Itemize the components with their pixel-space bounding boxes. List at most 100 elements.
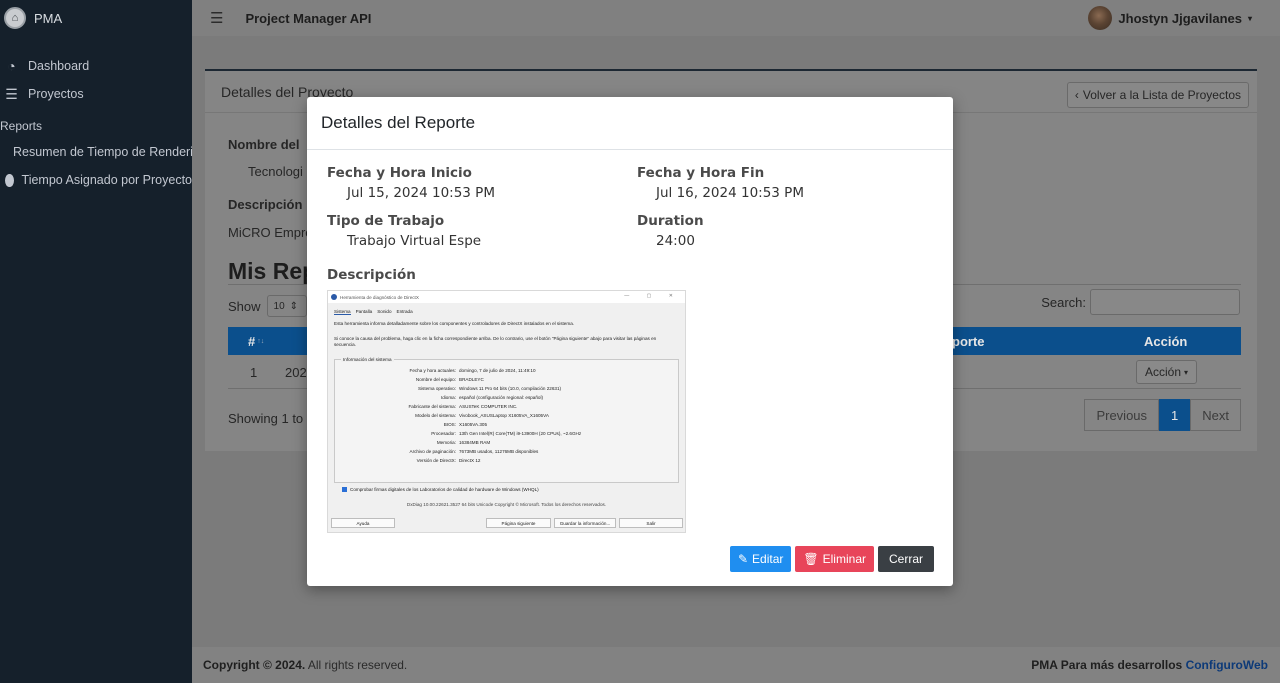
sidebar-section-reports: Reports <box>0 119 43 133</box>
caret-down-icon: ▾ <box>1184 367 1189 377</box>
attachment-checkbox-label: Comprobar firmas digitales de los Labora… <box>350 487 539 492</box>
duration-value: 24:00 <box>656 233 695 249</box>
close-button[interactable]: Cerrar <box>877 546 934 572</box>
attachment-row-value: 7673MB usados, 11276MB disponibles <box>459 448 539 454</box>
report-details-modal: Detalles del Reporte Fecha y Hora Inicio… <box>307 97 953 586</box>
attachment-row-key: Memoria: <box>436 439 456 445</box>
attachment-row-key: Fecha y hora actuales: <box>409 367 456 373</box>
reports-heading: Mis Rep <box>228 258 317 284</box>
attachment-group-title: Información del sistema <box>341 356 394 362</box>
attachment-row: BIOS: X1605VA.305 <box>335 422 678 427</box>
edit-icon: ✎ <box>737 552 749 566</box>
table-search: Search: <box>1041 289 1240 315</box>
table-info: Showing 1 to <box>228 411 304 426</box>
column-header-label: # <box>248 333 256 349</box>
circle-icon <box>5 173 14 187</box>
duration-label: Duration <box>637 213 704 229</box>
top-navbar: ☰ Project Manager API Jhostyn Jjgavilane… <box>192 0 1280 36</box>
attachment-row-key: Archivo de paginación: <box>409 448 456 454</box>
attachment-row-key: BIOS: <box>443 421 456 427</box>
column-header-label: porte <box>952 333 985 349</box>
caret-down-icon: ▾ <box>1247 13 1252 23</box>
start-datetime-value: Jul 15, 2024 10:53 PM <box>347 185 495 201</box>
attachment-row-key: Sistema operativo: <box>417 385 456 391</box>
pagination-previous[interactable]: Previous <box>1084 399 1160 431</box>
attachment-intro-2: Si conoce la causa del problema, haga cl… <box>334 335 657 348</box>
attachment-row: Sistema operativo: Windows 11 Pro 64 bits… <box>335 386 678 391</box>
pagination: Previous 1 Next <box>1084 399 1241 431</box>
work-type-value: Trabajo Virtual Espe <box>347 233 482 249</box>
column-header-index[interactable]: # ↑↓ <box>248 327 264 355</box>
attachment-row-value: español (configuración regional: español… <box>459 394 544 400</box>
footer-credit-link[interactable]: ConfiguroWeb <box>1186 658 1268 672</box>
attachment-row: Procesador: 13th Gen Intel(R) Core(TM) i9… <box>335 431 678 436</box>
attachment-row: Memoria: 16384MB RAM <box>335 440 678 445</box>
avatar <box>1088 6 1113 30</box>
row-action-cell: Acción ▾ <box>1136 355 1198 389</box>
entries-select[interactable]: 10 ⇕ <box>266 295 307 317</box>
attachment-tabs: Sistema Pantalla Sonido Entrada <box>328 303 685 315</box>
sidebar-item-tiempo-asignado[interactable]: Tiempo Asignado por Proyecto <box>0 166 192 194</box>
attachment-footer-text: DxDiag 10.00.22621.3527 64 bits Unicode … <box>406 502 607 507</box>
attachment-tab: Pantalla <box>355 309 373 314</box>
modal-header: Detalles del Reporte <box>307 97 953 150</box>
end-datetime-label: Fecha y Hora Fin <box>637 165 765 181</box>
attachment-exit-button: Salir <box>619 518 683 528</box>
attachment-row-value: 13th Gen Intel(R) Core(TM) i9-13900H (20… <box>459 430 582 436</box>
attachment-row: Fecha y hora actuales: domingo, 7 de juli… <box>335 368 678 373</box>
page-footer: Copyright © 2024. All rights reserved. P… <box>192 647 1280 683</box>
search-label: Search: <box>1041 294 1086 310</box>
brand[interactable]: ⌂ PMA <box>0 0 192 36</box>
attachment-row-value: Windows 11 Pro 64 bits (10.0, compilació… <box>459 385 562 391</box>
work-type-label: Tipo de Trabajo <box>327 213 445 229</box>
hamburger-menu-icon[interactable]: ☰ <box>210 9 223 27</box>
attachment-row-key: Idioma: <box>440 394 456 400</box>
chevron-left-icon: ‹ <box>1074 88 1079 102</box>
project-description-value: MiCRO Empre <box>228 225 313 240</box>
description-image: Herramienta de diagnóstico de DirectX — … <box>327 290 686 533</box>
search-input[interactable] <box>1090 289 1240 315</box>
row-action-button[interactable]: Acción ▾ <box>1136 360 1198 384</box>
brand-logo-icon: ⌂ <box>4 7 26 29</box>
start-datetime-label: Fecha y Hora Inicio <box>327 165 472 181</box>
user-menu[interactable]: Jhostyn Jjgavilanes ▾ <box>1088 6 1252 30</box>
show-entries: Show 10 ⇕ <box>228 295 307 317</box>
back-button-label: Volver a la Lista de Proyectos <box>1082 88 1241 102</box>
row-date: 202 <box>285 364 307 380</box>
footer-copyright-rest: All rights reserved. <box>307 658 408 672</box>
modal-title: Detalles del Reporte <box>321 113 476 132</box>
attachment-intro: Esta herramienta informa detalladamente … <box>334 321 575 326</box>
pagination-next[interactable]: Next <box>1190 399 1241 431</box>
sidebar-item-label: Dashboard <box>28 59 90 73</box>
sidebar-item-proyectos[interactable]: ☰ Proyectos <box>0 80 192 108</box>
attachment-save-info-button: Guardar la información... <box>554 518 616 528</box>
project-name-value: Tecnologi <box>248 164 303 179</box>
edit-button[interactable]: ✎ Editar <box>729 546 792 572</box>
sidebar-item-resumen-tiempo[interactable]: Resumen de Tiempo de Renderi <box>0 138 192 166</box>
column-header-report[interactable]: porte <box>952 327 985 355</box>
attachment-next-page-button: Página siguiente <box>486 518 551 528</box>
footer-credit-text: PMA Para más desarrollos <box>1031 658 1183 672</box>
entries-select-value: 10 <box>273 300 285 312</box>
footer-copyright-bold: Copyright © 2024. <box>203 658 306 672</box>
footer-credit: PMA Para más desarrollos ConfiguroWeb <box>1031 658 1268 672</box>
attachment-row-key: Modelo del sistema: <box>415 412 456 418</box>
row-index: 1 <box>250 364 258 380</box>
attachment-row-key: Fabricante del sistema: <box>408 403 457 409</box>
column-header-action[interactable]: Acción <box>1144 327 1187 355</box>
list-icon: ☰ <box>5 85 18 102</box>
show-label: Show <box>228 298 261 314</box>
app-title: Project Manager API <box>245 10 372 26</box>
sidebar-nav: ◔ Dashboard ☰ Proyectos Reports Resumen … <box>0 52 192 194</box>
row-action-label: Acción <box>1145 365 1182 379</box>
end-datetime-value: Jul 16, 2024 10:53 PM <box>656 185 804 201</box>
attachment-row-key: Procesador: <box>431 430 456 436</box>
sidebar: ⌂ PMA ◔ Dashboard ☰ Proyectos Reports Re… <box>0 0 192 683</box>
attachment-row: Versión de DirectX: DirectX 12 <box>335 458 678 463</box>
window-controls-icon: — ▢ ✕ <box>624 293 681 299</box>
attachment-row-value: domingo, 7 de julio de 2024, 11:49:10 <box>459 367 536 373</box>
sidebar-item-dashboard[interactable]: ◔ Dashboard <box>0 52 192 80</box>
delete-button[interactable]: 🗑 Eliminar <box>795 546 874 572</box>
pagination-page-1[interactable]: 1 <box>1159 399 1191 431</box>
back-to-projects-button[interactable]: ‹ Volver a la Lista de Proyectos <box>1066 82 1249 108</box>
